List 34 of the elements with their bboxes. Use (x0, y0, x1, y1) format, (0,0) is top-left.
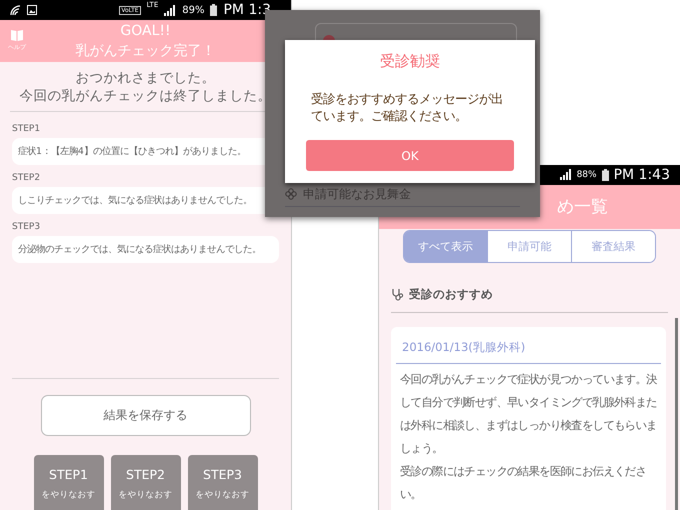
recommendation-text: 今回の乳がんチェックで症状が見つかっています。決して自分で判断せず、早いタイミングで乳腺外科または外科に相談し、まずはしっかり検査をしてもらいましょう。 (400, 371, 657, 458)
save-result-button[interactable]: 結果を保存する (40, 395, 250, 436)
completion-message: 今回の乳がんチェックは終了しました。 (20, 87, 272, 105)
filter-tab[interactable]: 申請可能 (487, 230, 571, 262)
goal-title: GOAL!! (120, 22, 171, 41)
entry-date: 2016/01/13(乳腺外科) (396, 327, 661, 364)
recommendation-text: 受診の際にはチェックの結果を医師にお伝えください。 (400, 463, 648, 504)
signal-icon (560, 169, 572, 180)
filter-tab[interactable]: 審査結果 (571, 230, 655, 262)
screen-title: め一覧 (557, 196, 608, 218)
image-icon (27, 5, 37, 15)
flower-icon (285, 188, 297, 200)
completion-title: 乳がんチェック完了！ (76, 42, 216, 61)
filter-tab[interactable]: すべて表示 (404, 230, 487, 262)
battery-level: 88% (576, 170, 597, 180)
stethoscope-icon (391, 288, 404, 302)
completion-message: おつかれさまでした。 (76, 69, 216, 87)
dialog-title: 受診勧奨 (380, 52, 440, 71)
step-result: 分泌物のチェックでは、気になる症状はありませんでした。 (12, 236, 279, 263)
battery-level: 89% (182, 4, 204, 16)
redo-step-button[interactable]: STEP2 をやりなおす (110, 455, 180, 510)
dialog-message: 受診をおすすめするメッセージが出ています。ご確認ください。 (311, 91, 504, 125)
book-icon[interactable] (11, 30, 23, 41)
battery-icon (602, 168, 609, 181)
step-label: STEP1 (12, 124, 42, 134)
redo-step-button[interactable]: STEP3 をやりなおす (188, 455, 258, 510)
section-heading: 受診のおすすめ (409, 287, 493, 302)
ok-button[interactable]: OK (306, 140, 514, 171)
redo-step-button[interactable]: STEP1 をやりなおす (34, 455, 104, 510)
battery-icon (210, 4, 218, 16)
step-label: STEP2 (12, 173, 42, 183)
signal-icon (164, 4, 176, 16)
step-label: STEP3 (12, 222, 42, 232)
clock: PM 1:43 (614, 166, 670, 183)
